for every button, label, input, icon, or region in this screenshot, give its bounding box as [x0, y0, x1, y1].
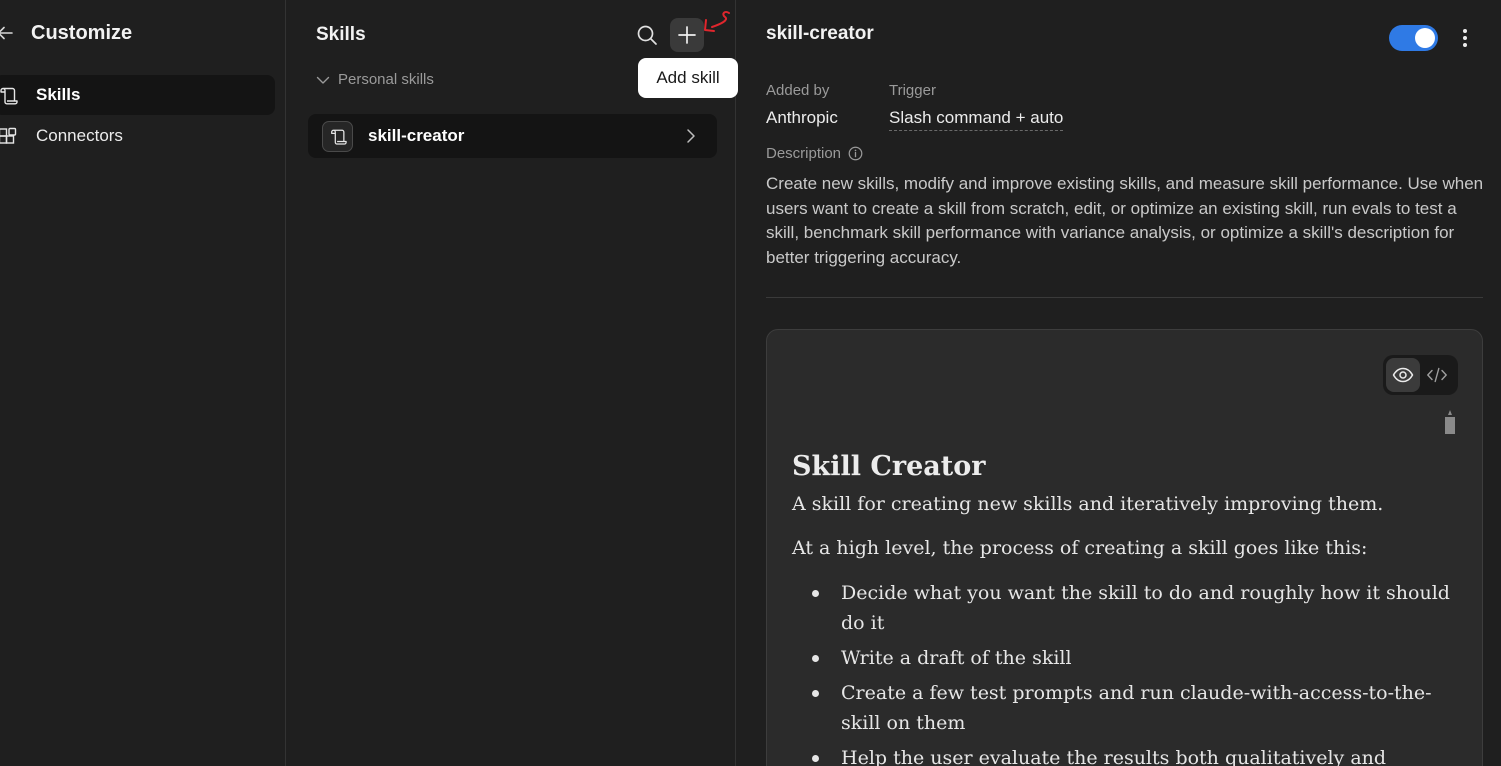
search-icon — [637, 25, 657, 45]
connectors-icon — [0, 127, 17, 144]
info-icon[interactable] — [848, 146, 863, 161]
skill-icon — [0, 87, 18, 105]
skill-detail-panel: skill-creator Added by Anthropic Trigger… — [736, 0, 1501, 766]
code-icon — [1427, 367, 1447, 383]
list-item: Write a draft of the skill — [812, 643, 1452, 673]
add-skill-tooltip: Add skill — [638, 58, 738, 98]
preview-paragraph: A skill for creating new skills and iter… — [792, 493, 1384, 515]
more-options-button[interactable] — [1454, 24, 1476, 52]
skills-panel-title: Skills — [316, 24, 366, 45]
description-label: Description — [766, 145, 842, 162]
preview-mode-button[interactable] — [1386, 358, 1420, 392]
added-by-label: Added by — [766, 82, 830, 99]
search-button[interactable] — [630, 18, 664, 52]
sidebar-item-label: Skills — [36, 85, 81, 104]
list-item: Decide what you want the skill to do and… — [812, 578, 1452, 638]
sidebar-header: Customize — [0, 18, 286, 48]
skill-detail-title: skill-creator — [766, 23, 874, 44]
chevron-right-icon — [687, 129, 695, 143]
skill-enabled-toggle[interactable] — [1389, 25, 1438, 51]
more-vertical-icon — [1463, 29, 1467, 47]
skill-description: Create new skills, modify and improve ex… — [766, 174, 1484, 267]
sidebar-title: Customize — [31, 22, 133, 44]
sidebar-item-skills[interactable]: Skills — [0, 75, 275, 115]
description-label-row: Description — [766, 145, 863, 162]
divider — [766, 297, 1483, 298]
toggle-knob — [1415, 28, 1435, 48]
skill-icon-badge — [322, 121, 353, 152]
scrollbar-thumb[interactable] — [1445, 410, 1455, 434]
app-window: Customize Skills Connectors Skills Add s… — [0, 0, 1501, 766]
trigger-value[interactable]: Slash command + auto — [889, 108, 1064, 131]
sidebar-item-connectors[interactable]: Connectors — [0, 116, 275, 156]
personal-skills-group-toggle[interactable]: Personal skills — [316, 71, 434, 88]
skill-name: skill-creator — [368, 126, 465, 145]
skills-list-panel: Skills Add skill Personal skills skill-c… — [286, 0, 738, 766]
preview-heading: Skill Creator — [792, 451, 986, 482]
group-label: Personal skills — [338, 71, 434, 88]
customize-sidebar: Customize Skills Connectors — [0, 0, 286, 766]
trigger-label: Trigger — [889, 82, 936, 99]
eye-icon — [1392, 367, 1414, 383]
back-arrow-icon[interactable] — [0, 25, 14, 41]
preview-bullet-list: Decide what you want the skill to do and… — [812, 578, 1452, 766]
view-mode-toggle — [1383, 355, 1458, 395]
list-item: Create a few test prompts and run claude… — [812, 678, 1452, 738]
preview-paragraph: At a high level, the process of creating… — [792, 537, 1368, 559]
skill-list-item[interactable]: skill-creator — [308, 114, 717, 158]
red-arrow-annotation-icon — [704, 10, 730, 32]
sidebar-item-label: Connectors — [36, 126, 123, 145]
plus-icon — [678, 26, 696, 44]
chevron-down-icon — [316, 76, 330, 84]
skill-markdown-preview: Skill Creator A skill for creating new s… — [766, 329, 1483, 766]
list-item: Help the user evaluate the results both … — [812, 743, 1452, 766]
markdown-content: Skill Creator A skill for creating new s… — [792, 450, 1452, 766]
added-by-value: Anthropic — [766, 108, 838, 127]
skill-icon — [330, 129, 347, 145]
code-mode-button[interactable] — [1420, 358, 1454, 392]
